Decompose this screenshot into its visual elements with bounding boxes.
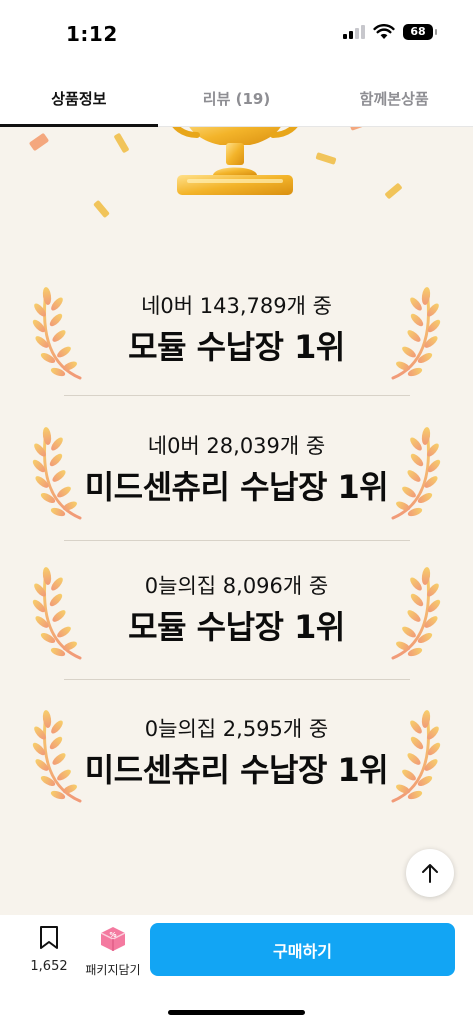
bookmark-icon bbox=[40, 926, 58, 949]
confetti-decoration bbox=[384, 182, 403, 200]
divider bbox=[64, 395, 410, 396]
award-item: 네0버 143,789개 중 모듈 수납장 1위 bbox=[0, 272, 473, 382]
laurel-icon bbox=[381, 422, 443, 522]
award-item: 0늘의집 8,096개 중 모듈 수납장 1위 bbox=[0, 552, 473, 662]
signal-icon bbox=[343, 25, 365, 39]
award-item: 0늘의집 2,595개 중 미드센츄리 수납장 1위 bbox=[0, 695, 473, 805]
award-item: 네0버 28,039개 중 미드센츄리 수납장 1위 bbox=[0, 412, 473, 522]
battery-icon: 68 bbox=[403, 24, 437, 40]
package-label: 패키지담기 bbox=[85, 963, 141, 977]
confetti-decoration bbox=[28, 132, 50, 152]
scroll-to-top-button[interactable] bbox=[406, 849, 454, 897]
confetti-decoration bbox=[349, 127, 369, 131]
buy-button[interactable]: 구매하기 bbox=[150, 923, 455, 976]
tab-reviews[interactable]: 리뷰 (19) bbox=[158, 70, 316, 126]
divider bbox=[64, 540, 410, 541]
tab-bar: 상품정보 리뷰 (19) 함께본상품 bbox=[0, 70, 473, 127]
confetti-decoration bbox=[315, 152, 337, 165]
laurel-icon bbox=[381, 705, 443, 805]
status-icons: 68 bbox=[343, 24, 437, 40]
status-time: 1:12 bbox=[66, 22, 118, 46]
home-indicator bbox=[168, 1010, 305, 1015]
laurel-icon bbox=[381, 562, 443, 662]
laurel-icon bbox=[381, 282, 443, 382]
product-info-content: 네0버 143,789개 중 모듈 수납장 1위 네0버 28,039개 중 미… bbox=[0, 127, 473, 915]
status-bar: 1:12 68 bbox=[0, 0, 473, 70]
svg-text:%: % bbox=[109, 931, 116, 939]
wifi-icon bbox=[373, 24, 395, 39]
arrow-up-icon bbox=[422, 864, 438, 883]
package-add-button[interactable]: % 패키지담기 bbox=[82, 925, 144, 978]
bottom-action-bar: 1,652 % 패키지담기 구매하기 bbox=[0, 915, 473, 1024]
bookmark-count: 1,652 bbox=[30, 959, 68, 974]
divider bbox=[64, 679, 410, 680]
tab-related-products[interactable]: 함께본상품 bbox=[315, 70, 473, 126]
tab-product-info[interactable]: 상품정보 bbox=[0, 70, 158, 127]
confetti-decoration bbox=[113, 132, 130, 154]
trophy-icon bbox=[172, 127, 298, 195]
package-box-icon: % bbox=[100, 927, 126, 951]
confetti-decoration bbox=[93, 199, 110, 219]
bookmark-button[interactable]: 1,652 bbox=[22, 925, 76, 974]
